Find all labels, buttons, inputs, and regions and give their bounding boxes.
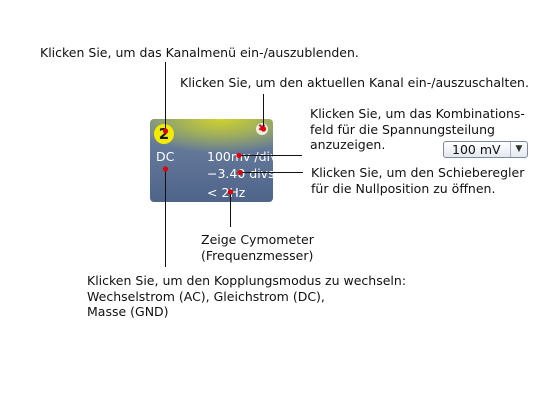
pointer-dot-channel-toggle — [260, 126, 267, 132]
pointer-dot-zero-slider — [237, 169, 243, 176]
pointer-dot-channel-menu — [162, 128, 169, 134]
pointer-dot-voltage-combo — [236, 152, 242, 159]
pointer-overlay — [162, 62, 303, 267]
pointer-dot-cymometer — [227, 189, 234, 195]
pointer-dot-coupling — [162, 166, 169, 172]
